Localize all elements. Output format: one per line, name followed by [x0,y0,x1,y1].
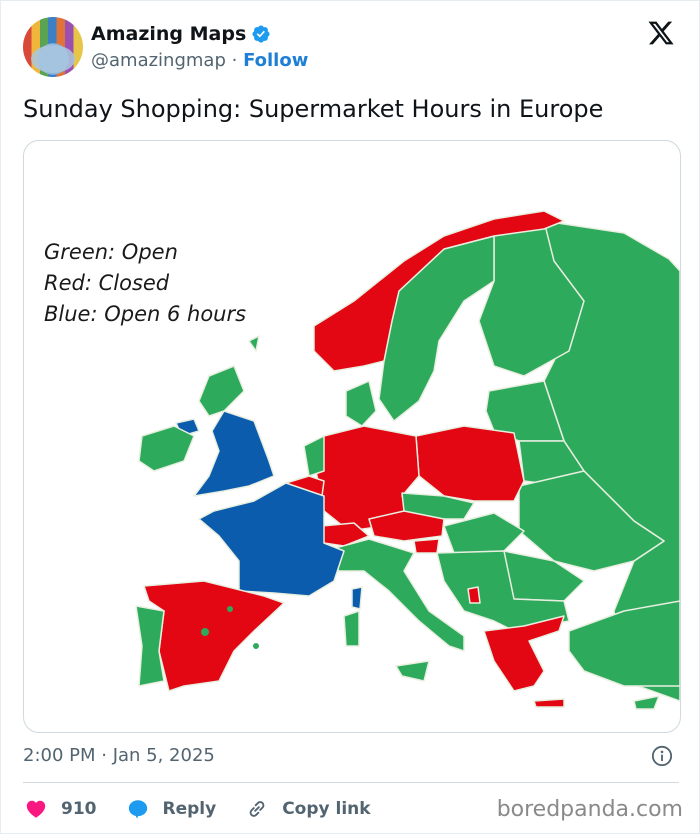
reply-button[interactable]: Reply [127,798,217,820]
legend-closed: Red: Closed [44,271,170,295]
country-greece [483,615,565,692]
separator: · [231,50,238,71]
tweet-media-map[interactable]: Green: Open Red: Closed Blue: Open 6 hou… [23,140,681,733]
country-spain [143,580,285,692]
country-netherlands [303,435,325,477]
country-denmark [345,380,377,427]
legend-open-6-hours: Blue: Open 6 hours [44,302,247,326]
reply-bubble-icon [128,800,147,819]
avatar[interactable] [23,17,83,77]
country-portugal [135,605,165,687]
country-iceland-edge [248,335,260,352]
island-crete [533,698,565,708]
country-uk [193,410,275,497]
map-legend: Green: Open Red: Closed Blue: Open 6 hou… [44,237,246,330]
country-poland [415,425,525,502]
country-montenegro [467,586,481,604]
country-ireland [138,425,195,472]
copy-link-label: Copy link [282,799,371,819]
watermark: boredpanda.com [496,797,683,822]
tweet-embed: Amazing Maps @amazingmap · Follow Sunday… [0,0,700,834]
like-count: 910 [61,799,97,819]
city-dot [227,606,233,612]
link-icon [249,801,265,817]
author-handle[interactable]: @amazingmap [91,50,226,71]
verified-badge-icon [252,25,270,43]
like-button[interactable]: 910 [25,798,97,820]
europe-map [135,210,680,710]
tweet-text: Sunday Shopping: Supermarket Hours in Eu… [23,95,604,123]
country-scotland [198,365,245,417]
heart-icon [26,800,46,818]
country-slovenia [413,538,440,554]
author-handle-row: @amazingmap · Follow [91,50,308,71]
city-madrid-dot [201,628,209,636]
island-sicily [395,660,430,682]
x-logo-icon[interactable] [647,19,675,47]
tweet-actions: 910 Reply Copy link [25,796,401,822]
island-corsica [351,586,363,610]
tweet-timestamp[interactable]: 2:00 PM · Jan 5, 2025 [23,745,215,766]
divider [23,782,679,783]
country-sweden [378,235,495,422]
legend-open: Green: Open [44,240,178,264]
country-cyprus [633,695,660,710]
author-display-name[interactable]: Amazing Maps [91,23,246,45]
country-turkey [568,600,680,687]
author-name-row: Amazing Maps [91,23,271,45]
copy-link-button[interactable]: Copy link [246,798,371,820]
info-icon[interactable] [651,745,673,767]
island-balearic [253,643,259,649]
tweet-header: Amazing Maps @amazingmap · Follow [23,17,679,79]
reply-label: Reply [162,799,217,819]
island-sardinia [343,610,360,647]
follow-button[interactable]: Follow [243,50,308,71]
country-france [198,482,345,597]
